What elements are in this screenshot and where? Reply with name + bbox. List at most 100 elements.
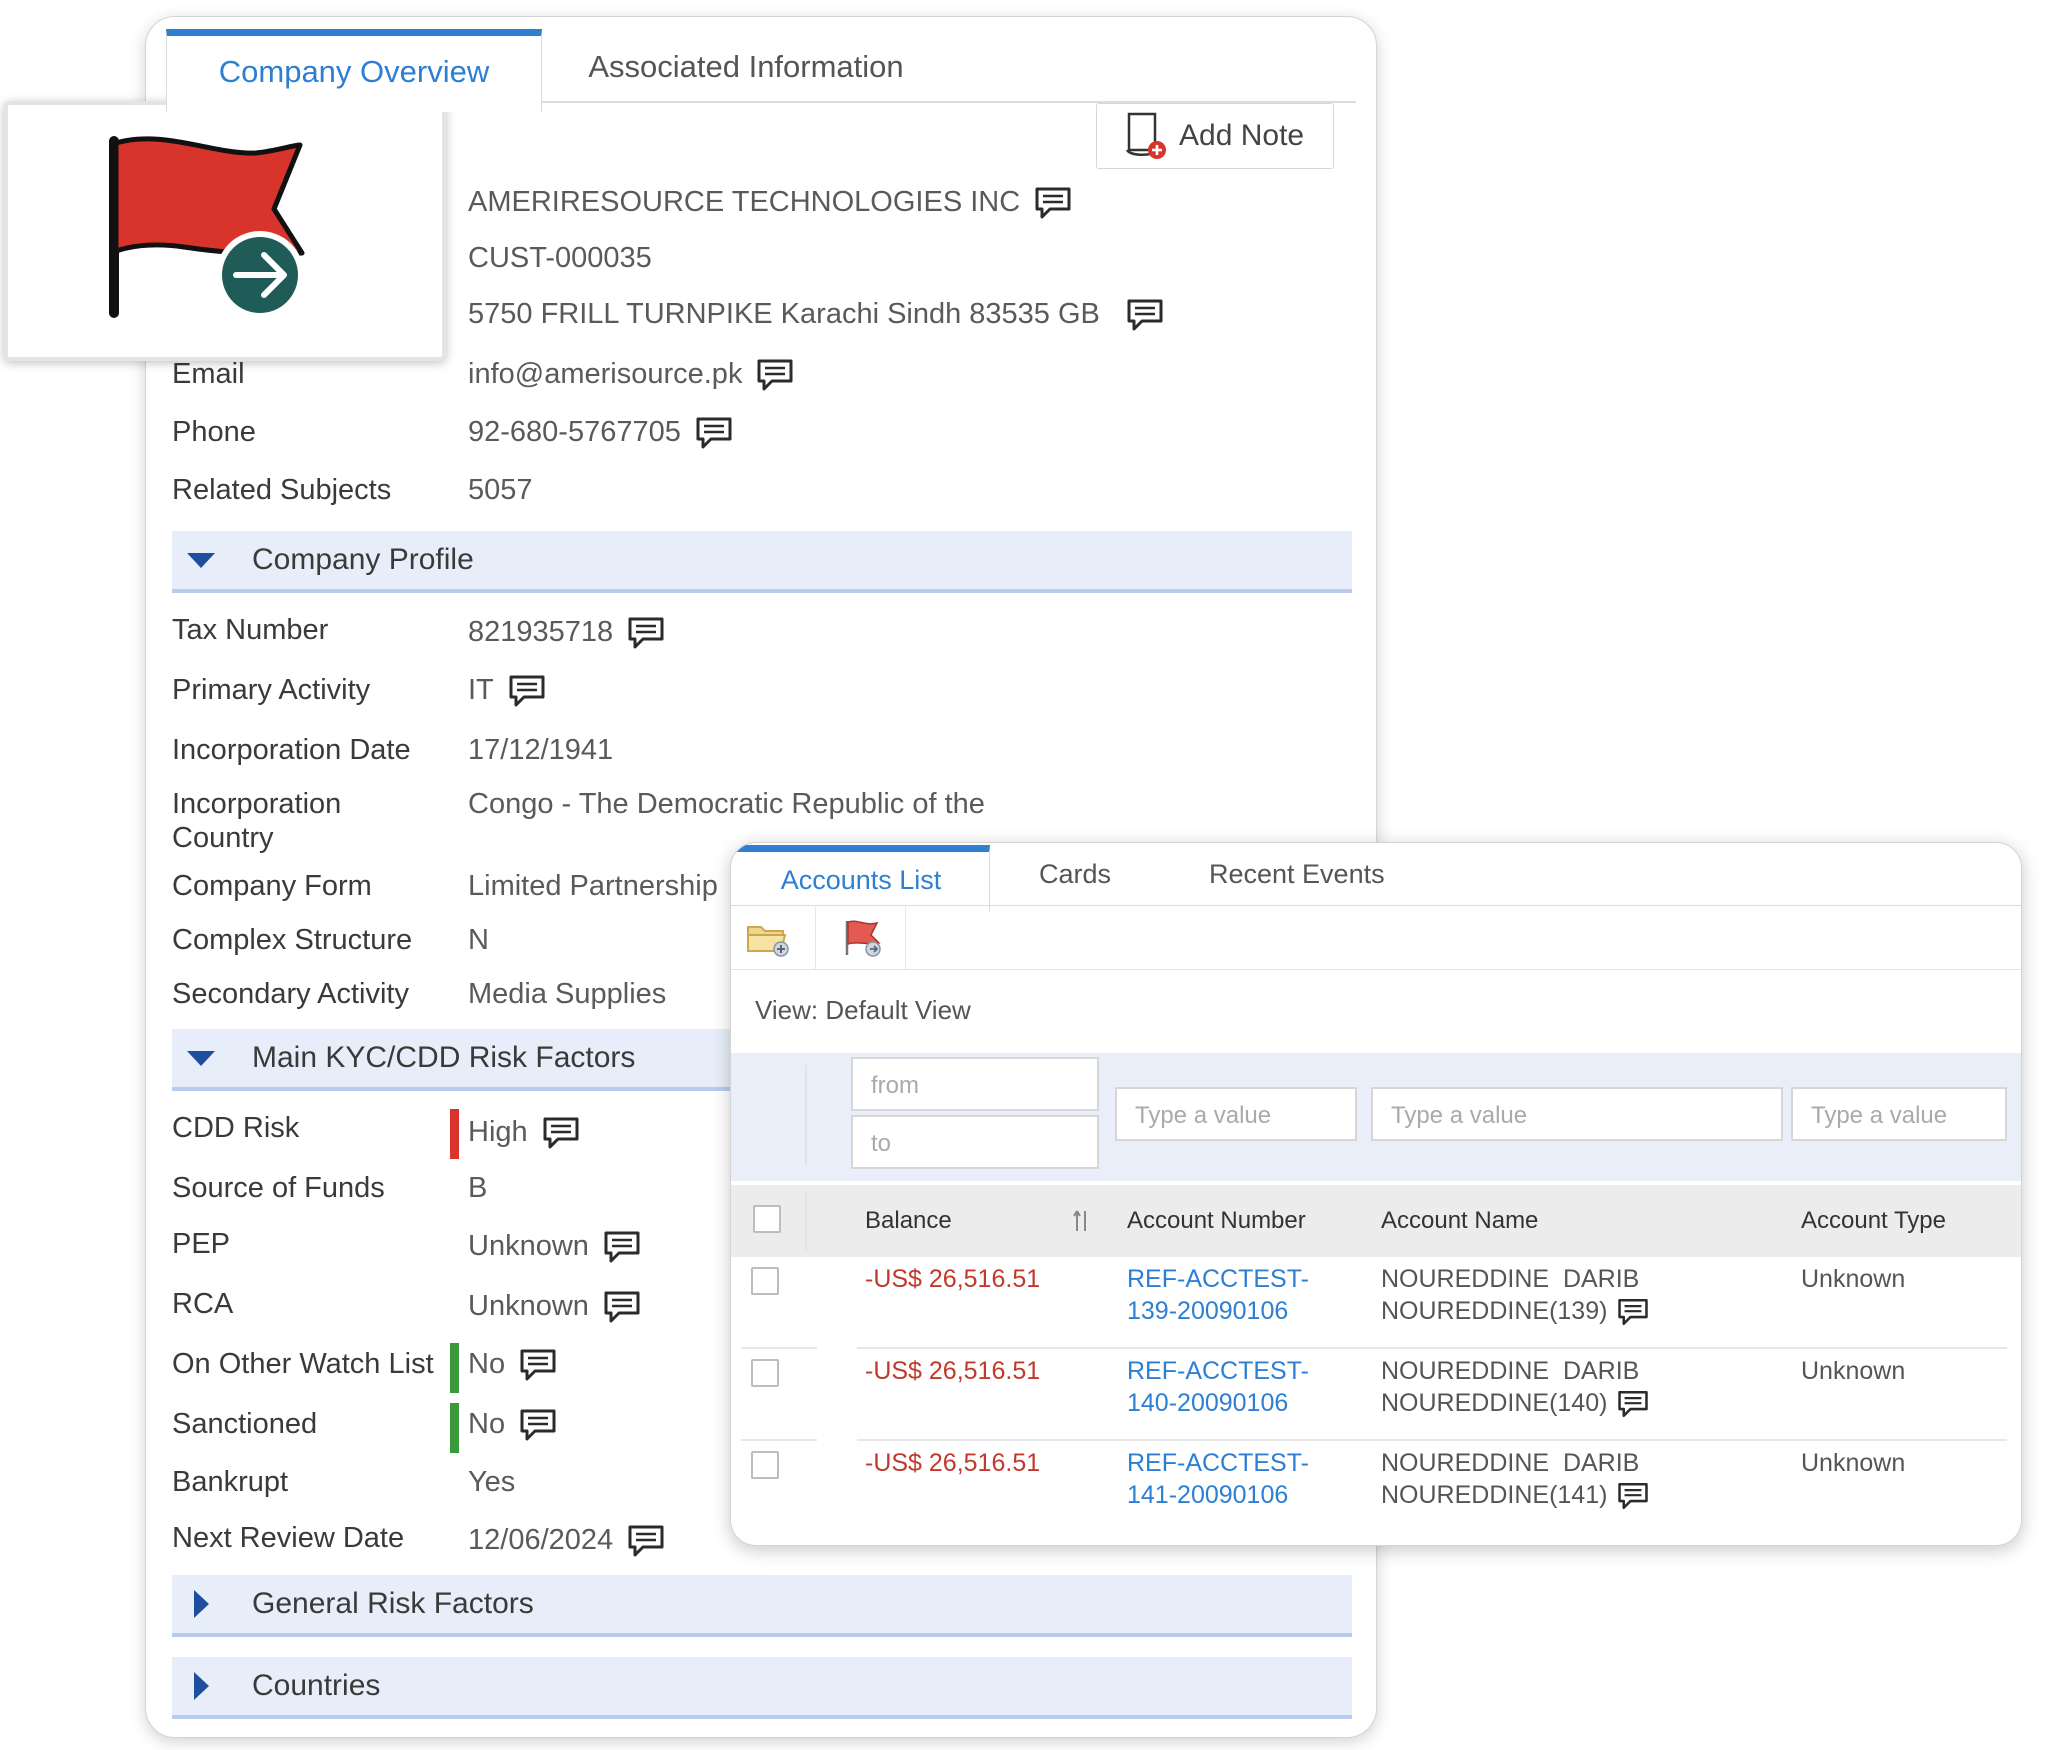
account-number-line1: REF-ACCTEST-: [1127, 1265, 1309, 1293]
company-name-row: AMERIRESOURCE TECHNOLOGIES INC: [468, 185, 1072, 220]
caret-down-icon: [184, 543, 218, 577]
comment-icon[interactable]: [627, 1524, 665, 1558]
tab-bar: Company Overview Associated Information: [146, 17, 1376, 112]
comment-icon[interactable]: [1126, 298, 1164, 332]
account-name-line1: NOUREDDINE DARIB: [1381, 1357, 1640, 1385]
account-number-link[interactable]: REF-ACCTEST- 139-20090106: [1127, 1263, 1309, 1327]
select-all-checkbox[interactable]: [753, 1205, 781, 1233]
row-checkbox[interactable]: [751, 1359, 779, 1387]
account-number-column-header[interactable]: Account Number: [1127, 1185, 1306, 1257]
email-value[interactable]: info@amerisource.pk: [468, 358, 742, 390]
comment-icon[interactable]: [603, 1290, 641, 1324]
tab-company-overview[interactable]: Company Overview: [166, 29, 542, 112]
row-checkbox[interactable]: [751, 1267, 779, 1295]
account-name-line2-wrap: NOUREDDINE(139): [1381, 1295, 1649, 1327]
next-review-date-row: 12/06/2024: [468, 1523, 665, 1558]
comment-icon[interactable]: [1034, 186, 1072, 220]
row-divider: [857, 1439, 2007, 1441]
incorporation-country-label-line1: Incorporation: [172, 788, 342, 820]
row-checkbox[interactable]: [751, 1451, 779, 1479]
primary-activity-value: IT: [468, 674, 494, 706]
secondary-activity-value: Media Supplies: [468, 978, 667, 1010]
risk-high-indicator: [450, 1109, 459, 1159]
view-selector[interactable]: View: Default View: [755, 995, 971, 1026]
balance-to-input[interactable]: to: [851, 1115, 1099, 1169]
rca-value: Unknown: [468, 1290, 589, 1322]
sort-icon[interactable]: [1071, 1207, 1091, 1235]
company-address: 5750 FRILL TURNPIKE Karachi Sindh 83535 …: [468, 298, 1100, 330]
other-watch-list-row: No: [468, 1347, 557, 1382]
section-countries[interactable]: Countries: [172, 1657, 1352, 1719]
comment-icon[interactable]: [695, 416, 733, 450]
primary-activity-label: Primary Activity: [172, 674, 371, 706]
related-subjects-label: Related Subjects: [172, 474, 392, 506]
address-row: 5750 FRILL TURNPIKE Karachi Sindh 83535 …: [468, 297, 1164, 332]
column-separator: [805, 1193, 807, 1251]
incorporation-date-label: Incorporation Date: [172, 734, 411, 766]
account-name-line2-wrap: NOUREDDINE(140): [1381, 1387, 1649, 1419]
cdd-risk-label: CDD Risk: [172, 1112, 300, 1144]
account-name-column-header[interactable]: Account Name: [1381, 1185, 1538, 1257]
comment-icon[interactable]: [1617, 1481, 1649, 1511]
email-row: info@amerisource.pk: [468, 357, 794, 392]
tab-divider: [731, 905, 2021, 906]
caret-right-icon: [184, 1587, 218, 1621]
tab-cards[interactable]: Cards: [1039, 843, 1111, 905]
cdd-risk-value: High: [468, 1116, 528, 1148]
tax-number-value: 821935718: [468, 616, 614, 648]
account-type-column-header[interactable]: Account Type: [1801, 1185, 1946, 1257]
add-note-label: Add Note: [1179, 119, 1305, 152]
tax-number-label: Tax Number: [172, 614, 329, 646]
other-watch-list-label: On Other Watch List: [172, 1348, 434, 1380]
row-divider: [857, 1347, 2007, 1349]
account-number-link[interactable]: REF-ACCTEST- 141-20090106: [1127, 1447, 1309, 1511]
account-number-filter[interactable]: Type a value: [1115, 1087, 1357, 1141]
comment-icon[interactable]: [542, 1116, 580, 1150]
related-subjects-value: 5057: [468, 474, 533, 506]
primary-activity-row: IT: [468, 673, 546, 708]
comment-icon[interactable]: [519, 1408, 557, 1442]
balance-column-header[interactable]: Balance: [865, 1185, 952, 1257]
section-company-profile[interactable]: Company Profile: [172, 531, 1352, 593]
tab-recent-events[interactable]: Recent Events: [1209, 843, 1385, 905]
comment-icon[interactable]: [603, 1230, 641, 1264]
sanctioned-row: No: [468, 1407, 557, 1442]
account-number-line1: REF-ACCTEST-: [1127, 1449, 1309, 1477]
comment-icon[interactable]: [1617, 1389, 1649, 1419]
flag-popup: [4, 101, 446, 361]
account-number-link[interactable]: REF-ACCTEST- 140-20090106: [1127, 1355, 1309, 1419]
account-name-filter[interactable]: Type a value: [1371, 1087, 1783, 1141]
sanctioned-label: Sanctioned: [172, 1408, 318, 1440]
section-title: Company Profile: [252, 543, 474, 576]
comment-icon[interactable]: [519, 1348, 557, 1382]
account-number-line2: 140-20090106: [1127, 1389, 1289, 1417]
account-type: Unknown: [1801, 1357, 1906, 1385]
comment-icon[interactable]: [627, 616, 665, 650]
sanctioned-value: No: [468, 1408, 506, 1440]
customer-id: CUST-000035: [468, 242, 652, 274]
flag-account-button[interactable]: [821, 907, 906, 969]
add-note-button[interactable]: Add Note: [1096, 103, 1334, 169]
balance-from-input[interactable]: from: [851, 1057, 1099, 1111]
secondary-activity-label: Secondary Activity: [172, 978, 409, 1010]
account-type-filter[interactable]: Type a value: [1791, 1087, 2007, 1141]
row-divider: [741, 1439, 817, 1441]
bankrupt-label: Bankrupt: [172, 1466, 289, 1498]
tab-accounts-list[interactable]: Accounts List: [733, 845, 990, 912]
add-folder-button[interactable]: [731, 907, 816, 969]
comment-icon[interactable]: [756, 358, 794, 392]
tab-associated-information[interactable]: Associated Information: [566, 31, 926, 103]
comment-icon[interactable]: [508, 674, 546, 708]
company-form-label: Company Form: [172, 870, 372, 902]
phone-value: 92-680-5767705: [468, 416, 681, 448]
account-name-line2: NOUREDDINE(139): [1381, 1297, 1608, 1325]
other-watch-list-value: No: [468, 1348, 506, 1380]
comment-icon[interactable]: [1617, 1297, 1649, 1327]
row-divider: [741, 1347, 817, 1349]
section-general-risk-factors[interactable]: General Risk Factors: [172, 1575, 1352, 1637]
status-ok-indicator: [450, 1343, 459, 1393]
tax-number-row: 821935718: [468, 615, 665, 650]
incorporation-country-label: Incorporation Country: [172, 787, 341, 855]
company-name: AMERIRESOURCE TECHNOLOGIES INC: [468, 186, 1021, 218]
company-form-value: Limited Partnership: [468, 870, 718, 902]
